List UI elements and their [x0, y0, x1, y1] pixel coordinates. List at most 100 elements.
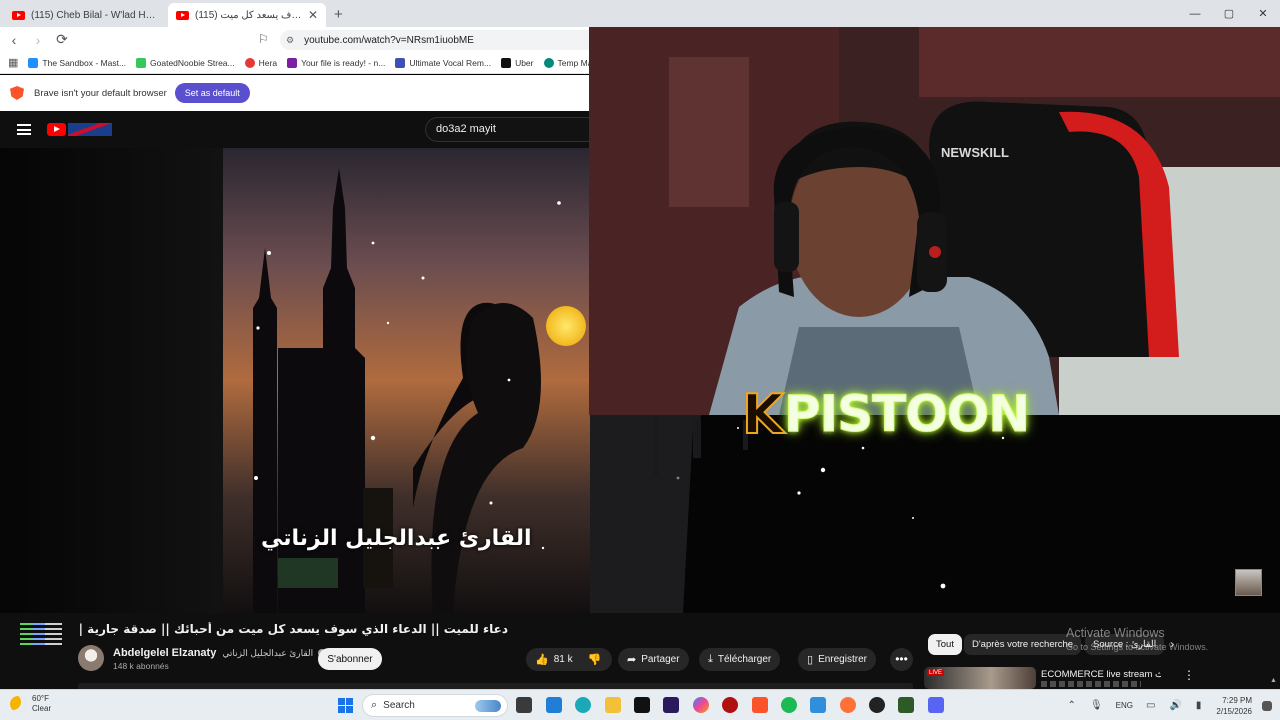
- tab-title: (115) دعاء للميت || الدعاء الذي سوف يسعد…: [195, 9, 302, 21]
- bookmark-item[interactable]: The Sandbox - Mast...: [28, 57, 126, 68]
- back-arrow-icon[interactable]: ‹: [4, 32, 24, 48]
- maximize-button[interactable]: ▢: [1212, 0, 1246, 27]
- apps-grid-icon[interactable]: ▦: [8, 56, 18, 69]
- set-as-default-button[interactable]: Set as default: [174, 83, 250, 103]
- forward-arrow-icon[interactable]: ›: [28, 32, 48, 48]
- chevron-up-icon[interactable]: ⌃: [1068, 700, 1076, 711]
- minimize-button[interactable]: —: [1178, 0, 1212, 27]
- webcam-frame-art: NEWSKILL: [589, 27, 1280, 415]
- obs-icon[interactable]: [869, 697, 885, 713]
- thumbs-down-icon[interactable]: 👎: [588, 653, 602, 666]
- svg-text:NEWSKILL: NEWSKILL: [941, 145, 1009, 160]
- copilot-icon[interactable]: [693, 697, 709, 713]
- recommended-title[interactable]: ECOMMERCE live stream البث: [1041, 669, 1161, 680]
- search-highlight-art: [475, 699, 501, 712]
- channel-name[interactable]: Abdelgelel Elzanaty القارئ عبدالجليل الز…: [113, 647, 327, 659]
- share-button[interactable]: ➦ Partager: [618, 648, 689, 671]
- window-controls: — ▢ ✕: [1178, 0, 1280, 27]
- firefox-icon[interactable]: [840, 697, 856, 713]
- channel-name-arabic: القارئ عبدالجليل الزناتي: [222, 648, 314, 658]
- like-count[interactable]: 81 k: [554, 654, 573, 665]
- youtube-logo-icon[interactable]: [47, 123, 66, 136]
- bookmark-item[interactable]: Hera: [244, 57, 277, 68]
- more-actions-button[interactable]: •••: [890, 648, 913, 671]
- youtube-header: do3a2 mayit: [0, 111, 590, 148]
- windows-taskbar: 60°F Clear ⌕ Search ⌃ 🎙 ENG ▭ 🔊 ▮ 7:29 P…: [0, 689, 1280, 720]
- live-badge: LIVE: [927, 670, 945, 676]
- microphone-icon[interactable]: 🎙: [1090, 700, 1103, 711]
- notepad-icon[interactable]: [810, 697, 826, 713]
- recommended-menu-icon[interactable]: ⋮: [1183, 668, 1195, 682]
- mini-avatar-thumbnail[interactable]: [1235, 569, 1262, 596]
- brave-taskbar-icon[interactable]: [752, 697, 768, 713]
- taskbar-search-box[interactable]: ⌕ Search: [362, 694, 508, 717]
- browser-tabbar: (115) Cheb Bilal - W'lad Horma - YouTube…: [0, 0, 1280, 27]
- bookmark-favicon-icon: [501, 57, 512, 68]
- task-view-icon[interactable]: [516, 697, 532, 713]
- url-text: youtube.com/watch?v=NRsm1iuobME: [304, 34, 474, 46]
- battery-icon[interactable]: ▮: [1196, 700, 1202, 711]
- reload-icon[interactable]: ⟳: [52, 31, 72, 48]
- network-icon[interactable]: ▭: [1146, 700, 1155, 711]
- recommended-thumbnail[interactable]: LIVE: [924, 667, 1036, 689]
- default-browser-infobar: Brave isn't your default browser Set as …: [0, 75, 590, 111]
- save-button[interactable]: ▯ Enregistrer: [798, 648, 876, 671]
- search-icon: ⌕: [371, 699, 378, 711]
- new-tab-button[interactable]: +: [334, 3, 343, 27]
- windows-start-icon[interactable]: [338, 698, 353, 713]
- overlay-name-text: PISTOON: [783, 385, 1030, 444]
- spotify-icon[interactable]: [781, 697, 797, 713]
- app-green-icon[interactable]: [898, 697, 914, 713]
- file-explorer-icon[interactable]: [605, 697, 621, 713]
- tab-cheb-bilal[interactable]: (115) Cheb Bilal - W'lad Horma - YouTube: [4, 3, 164, 27]
- edge-icon[interactable]: [575, 697, 591, 713]
- activate-windows-watermark: Activate Windows Go to Settings to activ…: [1066, 626, 1209, 652]
- brave-lion-icon: [10, 86, 24, 100]
- bookmark-item[interactable]: Temp Mail: [543, 57, 590, 68]
- scroll-up-arrow-icon[interactable]: ▲: [1270, 677, 1277, 684]
- subscribe-button[interactable]: S'abonner: [318, 648, 382, 670]
- bookmark-favicon-icon: [244, 57, 255, 68]
- address-toolbar: ‹ › ⟳ ⚐ ⚙ youtube.com/watch?v=NRsm1iuobM…: [0, 27, 590, 52]
- notification-bell-icon[interactable]: [1262, 700, 1272, 711]
- bookmark-save-icon: ▯: [807, 654, 814, 666]
- chip-related[interactable]: D'après votre recherche: [964, 634, 1082, 655]
- system-tray: ⌃ 🎙 ENG ▭ 🔊 ▮ 7:29 PM 2/15/2026: [1061, 690, 1280, 720]
- thumbs-up-icon[interactable]: 👍: [535, 653, 549, 666]
- red-app-icon[interactable]: [722, 697, 738, 713]
- bookmarks-bar: ▦ The Sandbox - Mast... GoatedNoobie Str…: [0, 52, 590, 74]
- share-arrow-icon: ➦: [627, 654, 637, 666]
- like-dislike-group: 👍 81 k 👎: [526, 648, 612, 671]
- bookmark-favicon-icon: [287, 57, 298, 68]
- menu-hamburger-icon[interactable]: [17, 124, 31, 135]
- url-field[interactable]: ⚙ youtube.com/watch?v=NRsm1iuobME: [280, 30, 590, 50]
- volume-icon[interactable]: 🔊: [1169, 700, 1181, 711]
- tab-title: (115) Cheb Bilal - W'lad Horma - YouTube: [31, 9, 156, 21]
- chip-all[interactable]: Tout: [928, 634, 962, 655]
- overlay-k-letter: K: [741, 382, 785, 447]
- language-indicator[interactable]: ENG: [1116, 701, 1133, 710]
- youtube-favicon-icon: [176, 10, 189, 20]
- streamer-webcam-overlay: NEWSKILL: [589, 27, 1280, 415]
- download-button[interactable]: ⤓ Télécharger: [699, 648, 781, 671]
- discord-icon[interactable]: [928, 697, 944, 713]
- channel-avatar[interactable]: [78, 645, 104, 671]
- site-info-icon[interactable]: ⚙: [286, 35, 294, 46]
- close-tab-icon[interactable]: ✕: [308, 8, 318, 22]
- bookmark-item[interactable]: Ultimate Vocal Rem...: [395, 57, 491, 68]
- tab-current-video[interactable]: (115) دعاء للميت || الدعاء الذي سوف يسعد…: [168, 3, 326, 27]
- code-overlay-thumbnail: [20, 620, 62, 656]
- bookmark-item[interactable]: Uber: [501, 57, 534, 68]
- premiere-icon[interactable]: [663, 697, 679, 713]
- capcut-icon[interactable]: [634, 697, 650, 713]
- video-title: دعاء للميت || الدعاء الذي سوف يسعد كل مي…: [78, 622, 508, 636]
- clock[interactable]: 7:29 PM 2/15/2026: [1216, 695, 1252, 717]
- bookmark-item[interactable]: Your file is ready! - n...: [287, 57, 385, 68]
- store-icon[interactable]: [546, 697, 562, 713]
- close-window-button[interactable]: ✕: [1246, 0, 1280, 27]
- weather-widget[interactable]: 60°F Clear: [10, 694, 51, 714]
- bookmark-page-icon[interactable]: ⚐: [258, 32, 269, 46]
- bookmark-item[interactable]: GoatedNoobie Strea...: [136, 57, 235, 68]
- search-input[interactable]: do3a2 mayit: [425, 117, 590, 142]
- streamer-name-overlay: K PISTOON: [741, 382, 1031, 447]
